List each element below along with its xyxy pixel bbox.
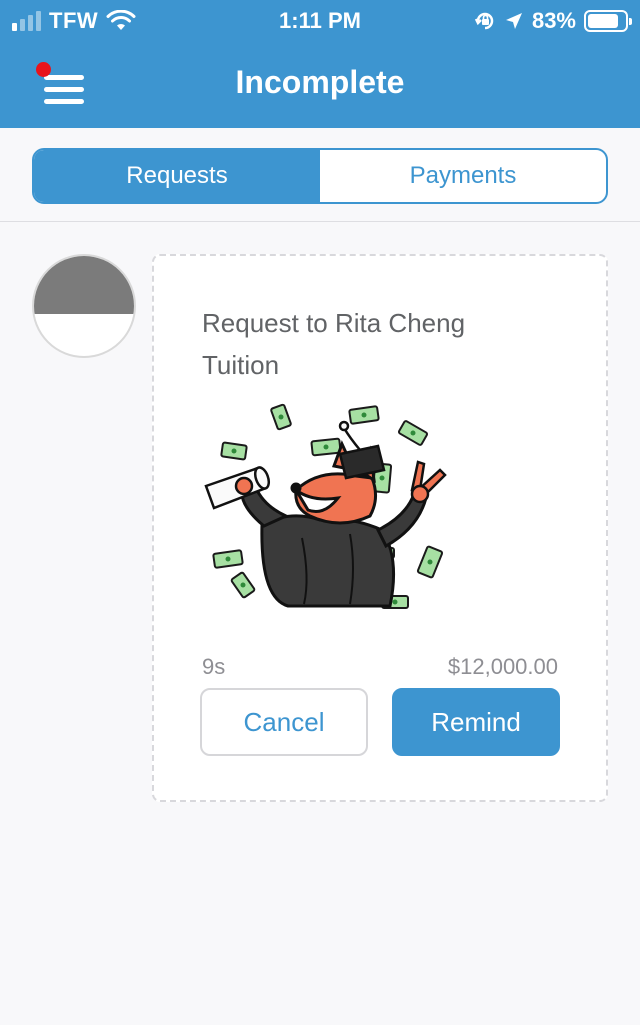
segmented-control: Requests Payments: [32, 148, 608, 204]
avatar-placeholder: [34, 256, 134, 314]
avatar: [32, 254, 136, 358]
orientation-lock-icon: [474, 12, 494, 30]
tab-requests[interactable]: Requests: [34, 150, 320, 202]
page-title: Incomplete: [235, 64, 405, 100]
graduation-cap: [338, 420, 386, 480]
battery-percent: 83%: [531, 8, 576, 33]
request-note: Tuition: [202, 350, 280, 380]
nav-bar: Incomplete: [0, 40, 640, 128]
battery-icon: [584, 10, 632, 32]
request-card: Request to Rita Cheng Tuition 9s $12,000…: [152, 254, 608, 802]
tab-bar: Requests Payments: [0, 128, 640, 222]
battery-level: [588, 14, 618, 28]
tab-payments[interactable]: Payments: [320, 150, 606, 202]
request-elapsed-time: 9s: [202, 654, 226, 679]
cancel-button[interactable]: Cancel: [200, 688, 368, 756]
header: TFW 1:11 PM 83% Incomplete: [0, 0, 640, 128]
status-bar: TFW 1:11 PM 83%: [0, 0, 640, 40]
graduation-fox-illustration: [204, 403, 447, 609]
request-amount: $12,000.00: [447, 654, 558, 679]
location-arrow-icon: [505, 13, 522, 29]
status-right: 83%: [474, 8, 632, 34]
request-title: Request to Rita Cheng: [202, 308, 466, 338]
remind-button[interactable]: Remind: [392, 688, 560, 756]
